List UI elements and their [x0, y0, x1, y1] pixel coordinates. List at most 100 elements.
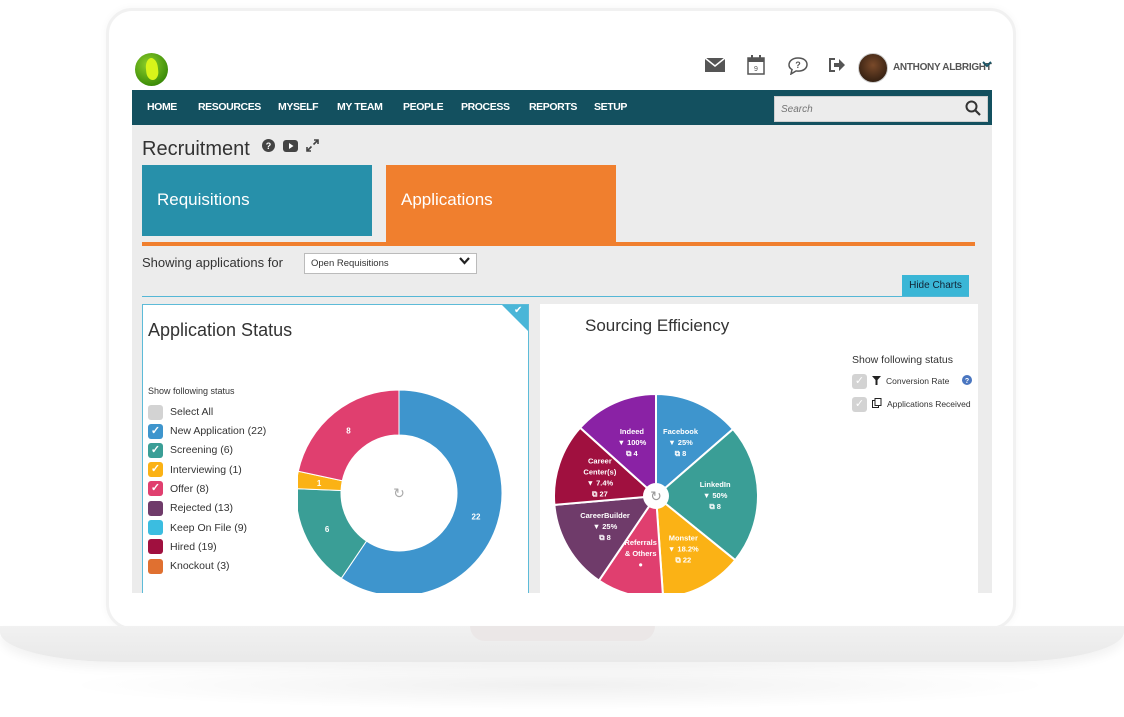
pie-slice-label: ▼ 50% [703, 491, 728, 500]
tab-applications[interactable]: Applications [386, 165, 616, 243]
pie-slice-label: ⧉ 27 [592, 490, 608, 499]
main-content: Recruitment ? Requisitions Applications … [132, 125, 992, 593]
applications-icon [872, 398, 882, 410]
search-icon[interactable] [965, 100, 981, 121]
laptop-notch [470, 626, 655, 641]
legend-item[interactable]: ✓ Screening (6) [148, 442, 233, 458]
legend-item[interactable]: Hired (19) [148, 539, 217, 555]
select-all-label: Select All [170, 406, 214, 418]
divider [142, 296, 969, 297]
legend-item[interactable]: Keep On File (9) [148, 520, 247, 536]
legend-label: Hired (19) [170, 540, 217, 553]
pie-slice-label: LinkedIn [700, 480, 731, 489]
svg-text:?: ? [795, 60, 801, 70]
legend-item[interactable]: ✓ Interviewing (1) [148, 462, 242, 478]
help-icon[interactable]: ? [262, 139, 275, 157]
expand-icon[interactable] [306, 139, 319, 157]
nav-item-resources[interactable]: RESOURCES [198, 101, 261, 113]
legend-heading: Show following status [148, 386, 235, 396]
pie-slice-label: ⧉ 4 [626, 449, 638, 458]
pie-slice-label: ⧉ 8 [709, 502, 721, 511]
legend-conversion-rate[interactable]: ✓ Conversion Rate ? [852, 373, 973, 389]
legend-select-all[interactable]: Select All [148, 404, 213, 420]
nav-item-my-team[interactable]: MY TEAM [337, 101, 383, 113]
pie-slice-label: Facebook [663, 427, 699, 436]
nav-item-setup[interactable]: SETUP [594, 101, 627, 113]
pie-slice-label: & Others [625, 549, 657, 558]
sourcing-legend-heading: Show following status [852, 354, 953, 366]
calendar-icon[interactable]: 9 [747, 55, 765, 80]
legend-item[interactable]: ✓ Offer (8) [148, 481, 209, 497]
legend-item[interactable]: ✓ New Application (22) [148, 423, 266, 439]
mail-icon[interactable] [704, 57, 726, 78]
applications-received-checkbox[interactable]: ✓ [852, 396, 867, 412]
pie-slice-label: ⧉ 8 [599, 533, 611, 542]
reset-icon[interactable]: ↻ [393, 485, 405, 501]
chevron-down-icon[interactable] [982, 59, 992, 71]
title-icons: ? [262, 139, 319, 157]
nav-item-process[interactable]: PROCESS [461, 101, 510, 113]
pie-slice-label: ⧉ 8 [675, 449, 687, 458]
reset-icon[interactable]: ↻ [650, 488, 662, 504]
legend-item[interactable]: Knockout (3) [148, 558, 230, 574]
hide-charts-button[interactable]: Hide Charts [902, 275, 969, 297]
app-screen: 9 ? ANTHONY ALBRIGHT HOME RESOURCES MYSE… [132, 40, 992, 593]
donut-slice-label: 8 [346, 426, 351, 435]
applications-received-label: Applications Received [887, 399, 971, 409]
conversion-rate-checkbox[interactable]: ✓ [852, 373, 867, 389]
search-input[interactable] [775, 97, 955, 121]
pie-slice-label: ● [638, 560, 643, 569]
application-status-title: Application Status [148, 320, 293, 340]
svg-text:?: ? [965, 378, 969, 385]
tab-applications-label: Applications [401, 190, 493, 209]
status-checkbox[interactable]: ✓ [148, 462, 163, 478]
legend-applications-received[interactable]: ✓ Applications Received [852, 396, 971, 412]
nav-item-reports[interactable]: REPORTS [529, 101, 577, 113]
svg-text:9: 9 [754, 66, 758, 73]
nav-item-myself[interactable]: MYSELF [278, 101, 319, 113]
pie-slice-label: Career [588, 457, 612, 466]
logout-icon[interactable] [828, 57, 846, 78]
pie-slice-label: Indeed [620, 427, 645, 436]
status-checkbox[interactable] [148, 500, 163, 516]
tab-requisitions[interactable]: Requisitions [142, 165, 372, 236]
status-checkbox[interactable] [148, 558, 163, 574]
legend-label: Keep On File (9) [170, 521, 248, 534]
status-checkbox[interactable] [148, 520, 163, 535]
user-name[interactable]: ANTHONY ALBRIGHT [893, 62, 992, 73]
user-avatar[interactable] [858, 53, 888, 83]
donut-slice[interactable] [298, 389, 400, 482]
legend-label: Knockout (3) [170, 560, 230, 573]
filter-label: Showing applications for [142, 255, 283, 270]
select-all-checkbox[interactable] [148, 404, 163, 420]
donut-slice-label: 1 [317, 479, 322, 488]
logo[interactable] [135, 53, 168, 86]
selected-corner[interactable]: ✔ [502, 305, 528, 331]
funnel-icon [872, 375, 881, 387]
pie-slice-label: ▼ 25% [593, 522, 618, 531]
legend-label: Rejected (13) [170, 502, 234, 515]
help-icon[interactable]: ? [962, 375, 973, 387]
nav-item-people[interactable]: PEOPLE [403, 101, 444, 113]
device-shadow [60, 660, 1060, 710]
pie-slice-label: ▼ 7.4% [587, 479, 614, 488]
requisition-filter-select[interactable]: Open Requisitions [304, 253, 477, 274]
donut-slice-label: 22 [472, 513, 481, 522]
help-chat-icon[interactable]: ? [788, 57, 808, 80]
legend-item[interactable]: Rejected (13) [148, 500, 233, 516]
filter-value: Open Requisitions [311, 258, 389, 269]
pie-slice-label: Monster [669, 533, 698, 542]
check-icon: ✔ [514, 305, 523, 316]
page-title: Recruitment [142, 138, 250, 160]
tab-requisitions-label: Requisitions [157, 190, 250, 209]
legend-label: Offer (8) [170, 482, 209, 495]
status-checkbox[interactable]: ✓ [148, 423, 163, 439]
pie-slice-label: ⧉ 22 [675, 555, 691, 564]
donut-slice-label: 6 [325, 525, 330, 534]
video-icon[interactable] [283, 139, 298, 157]
status-checkbox[interactable]: ✓ [148, 442, 163, 458]
nav-item-home[interactable]: HOME [147, 101, 177, 113]
status-checkbox[interactable] [148, 539, 163, 555]
search-box [774, 96, 988, 122]
status-checkbox[interactable]: ✓ [148, 481, 163, 497]
